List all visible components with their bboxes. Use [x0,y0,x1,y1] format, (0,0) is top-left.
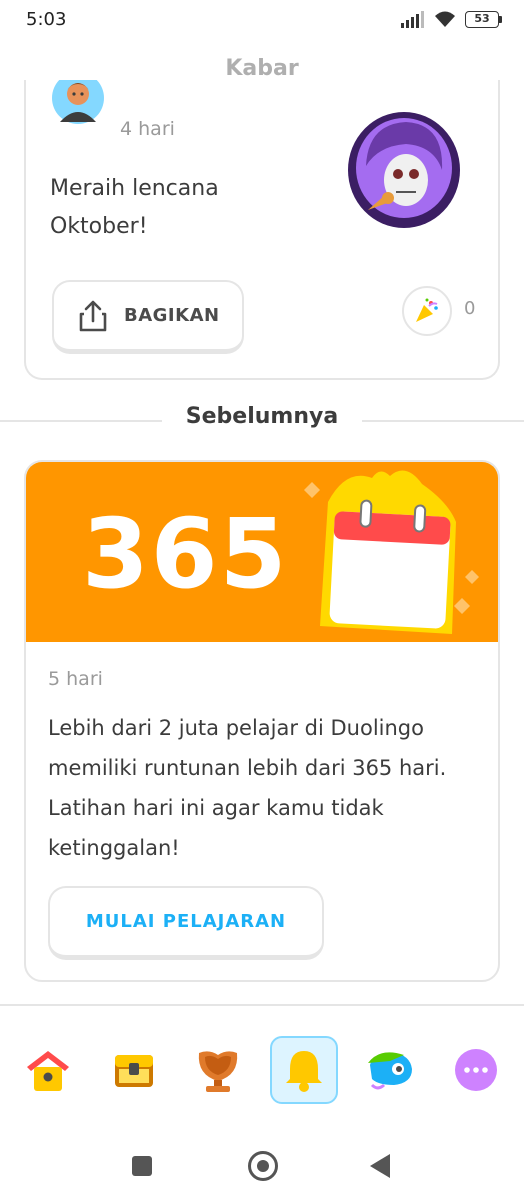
feed-card-streak: 365 5 hari Lebih dari 2 juta pelajar di … [24,460,500,982]
wifi-icon [435,11,455,27]
october-badge-icon [348,112,460,228]
bottom-nav [0,1036,524,1104]
start-lesson-label: MULAI PELAJARAN [85,911,287,932]
celebrate-reaction-button[interactable] [402,286,452,336]
recents-button[interactable] [132,1156,152,1176]
card-time: 5 hari [48,668,103,690]
home-button[interactable] [248,1151,278,1181]
trophy-icon [198,1051,238,1092]
bird-character-icon [368,1052,412,1090]
status-time: 5:03 [26,9,67,30]
treasure-chest-icon [115,1055,153,1087]
nav-item-leaderboard[interactable] [184,1036,252,1104]
status-icons: 53 [401,10,502,28]
share-button[interactable]: BAGIKAN [52,280,244,354]
page-title: Kabar [225,56,299,81]
signal-icon [401,11,424,28]
nav-item-news[interactable] [270,1036,338,1104]
card-time: 4 hari [120,118,175,140]
banner-number: 365 [82,498,289,610]
battery-level: 53 [465,10,499,28]
home-icon [27,1051,69,1091]
status-bar: 5:03 53 [0,0,524,40]
streak-banner: 365 [26,462,498,642]
battery-icon: 53 [465,10,502,28]
card-message: Lebih dari 2 juta pelajar di Duolingo me… [48,716,447,860]
nav-item-home[interactable] [14,1036,82,1104]
nav-item-more[interactable] [442,1036,510,1104]
back-button[interactable] [370,1154,390,1178]
card-message: Meraih lencana Oktober! [50,176,219,239]
party-popper-icon [416,298,438,322]
more-icon [455,1049,497,1091]
section-title: Sebelumnya [162,404,362,429]
share-icon [79,300,107,331]
system-nav-bar [0,1140,524,1190]
start-lesson-button[interactable]: MULAI PELAJARAN [48,886,324,960]
nav-item-characters[interactable] [356,1036,424,1104]
nav-item-chest[interactable] [100,1036,168,1104]
reaction-count: 0 [464,298,476,319]
avatar[interactable] [52,80,104,124]
share-label: BAGIKAN [124,305,220,326]
nav-divider [0,1004,524,1006]
feed-card-badge: 4 hari Meraih lencana Oktober! BAGIKAN 0 [24,80,500,380]
calendar-fire-icon [304,470,479,634]
bell-icon [286,1051,322,1092]
